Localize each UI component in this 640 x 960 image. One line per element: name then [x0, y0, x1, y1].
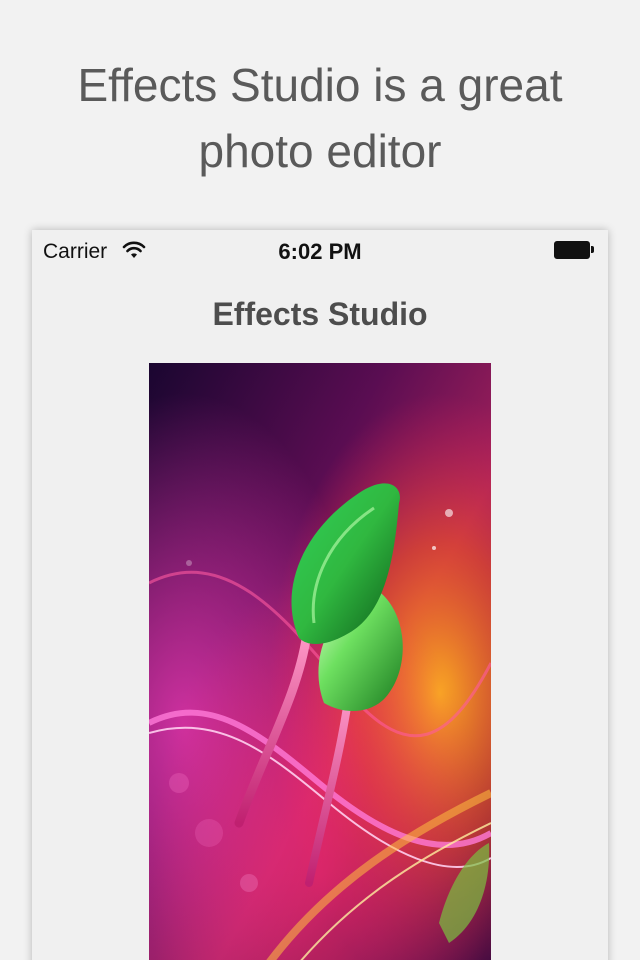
clock-time: 6:02 PM: [278, 239, 362, 264]
headline-line-1: Effects Studio is a great: [77, 59, 563, 111]
device-screen: Carrier 6:02 PM Effects Studio: [32, 230, 608, 960]
flower-photo-image: [149, 363, 491, 960]
nav-title: Effects Studio: [212, 296, 428, 332]
app-store-screenshot: Effects Studio is a great photo editor C…: [0, 0, 640, 960]
headline-line-2: photo editor: [198, 125, 442, 177]
photo-preview[interactable]: [149, 363, 491, 960]
battery-icon: [554, 241, 594, 259]
status-bar: Carrier 6:02 PM: [32, 230, 608, 270]
promo-headline: Effects Studio is a great photo editor: [0, 52, 640, 184]
